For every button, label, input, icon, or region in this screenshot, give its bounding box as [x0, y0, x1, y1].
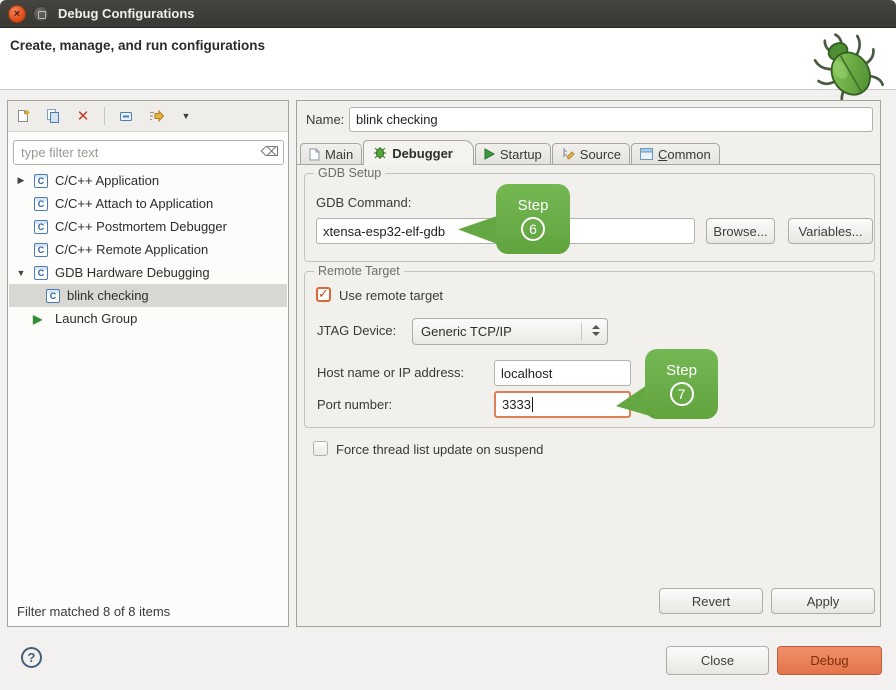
- variables-button[interactable]: Variables...: [788, 218, 873, 244]
- tab-main[interactable]: Main: [300, 143, 362, 164]
- c-config-icon: C: [34, 197, 48, 211]
- expand-arrow-icon[interactable]: ▶: [16, 175, 26, 186]
- tree-item-label: Launch Group: [55, 311, 137, 326]
- tree-item-label: C/C++ Attach to Application: [55, 196, 213, 211]
- tab-label: Source: [580, 147, 621, 162]
- name-input[interactable]: [349, 107, 873, 132]
- tab-label: Startup: [500, 147, 542, 162]
- debugger-tab-icon: [373, 146, 387, 160]
- window-close-icon[interactable]: ×: [8, 5, 26, 23]
- collapse-all-icon[interactable]: [117, 107, 135, 125]
- apply-button[interactable]: Apply: [771, 588, 875, 614]
- tab-source[interactable]: Source: [552, 143, 630, 164]
- c-config-icon: C: [34, 266, 48, 280]
- dialog-header-title: Create, manage, and run configurations: [10, 38, 265, 53]
- new-configuration-icon[interactable]: [14, 107, 32, 125]
- launch-group-icon: ▶: [33, 312, 42, 326]
- tree-item-blink-checking[interactable]: C blink checking: [9, 284, 287, 307]
- port-label: Port number:: [317, 397, 392, 412]
- force-thread-label: Force thread list update on suspend: [336, 442, 543, 457]
- debug-bug-icon: [810, 29, 888, 107]
- tree-item-launch-group[interactable]: ▶ Launch Group: [9, 307, 287, 330]
- common-tab-icon: [640, 148, 653, 160]
- filter-input[interactable]: [13, 140, 284, 165]
- dialog-header: Create, manage, and run configurations: [0, 28, 896, 90]
- window-restore-icon[interactable]: [33, 6, 49, 22]
- step6-number: 6: [521, 217, 545, 241]
- tab-debugger[interactable]: Debugger: [363, 140, 474, 165]
- gdb-setup-legend: GDB Setup: [314, 166, 385, 180]
- text-caret: [532, 397, 533, 412]
- main-tab-icon: [309, 148, 320, 161]
- tab-label: Common: [658, 147, 711, 162]
- tree-item-label: C/C++ Postmortem Debugger: [55, 219, 227, 234]
- c-config-icon: C: [34, 174, 48, 188]
- step6-callout: Step 6: [496, 184, 570, 254]
- step7-number: 7: [670, 382, 694, 406]
- filter-configurations-icon[interactable]: [147, 107, 165, 125]
- tab-startup[interactable]: Startup: [475, 143, 551, 164]
- filter-status-text: Filter matched 8 of 8 items: [17, 604, 170, 619]
- configuration-tabs: Main Debugger Startup Source Common: [300, 140, 721, 165]
- step7-callout: Step 7: [645, 349, 718, 419]
- port-value: 3333: [502, 397, 531, 412]
- collapse-arrow-icon[interactable]: ▼: [16, 268, 26, 278]
- debug-button[interactable]: Debug: [777, 646, 882, 675]
- tab-label: Debugger: [392, 146, 453, 161]
- tree-item-label: GDB Hardware Debugging: [55, 265, 210, 280]
- port-input[interactable]: 3333: [494, 391, 631, 418]
- tree-item-cpp-application[interactable]: ▶ C C/C++ Application: [9, 169, 287, 192]
- jtag-device-label: JTAG Device:: [317, 323, 396, 338]
- step6-label: Step: [518, 197, 549, 214]
- debug-configurations-dialog: × Debug Configurations Create, manage, a…: [0, 0, 896, 690]
- use-remote-target-checkbox[interactable]: [316, 287, 331, 302]
- startup-tab-icon: [484, 148, 495, 160]
- clear-filter-icon[interactable]: ⌫: [261, 144, 279, 160]
- revert-button[interactable]: Revert: [659, 588, 763, 614]
- tree-item-cpp-attach[interactable]: C C/C++ Attach to Application: [9, 192, 287, 215]
- tree-item-gdb-hardware[interactable]: ▼ C GDB Hardware Debugging: [9, 261, 287, 284]
- remote-target-legend: Remote Target: [314, 264, 404, 278]
- tab-label: Main: [325, 147, 353, 162]
- tree-item-label: C/C++ Application: [55, 173, 159, 188]
- configurations-toolbar: ✕ ▼: [8, 101, 288, 132]
- browse-button[interactable]: Browse...: [706, 218, 775, 244]
- delete-configuration-icon[interactable]: ✕: [74, 107, 92, 125]
- force-thread-checkbox[interactable]: [313, 441, 328, 456]
- combo-spinner-icon[interactable]: [592, 325, 600, 336]
- tree-item-cpp-postmortem[interactable]: C C/C++ Postmortem Debugger: [9, 215, 287, 238]
- c-config-icon: C: [34, 243, 48, 257]
- name-label: Name:: [306, 112, 344, 127]
- help-icon[interactable]: ?: [21, 647, 42, 668]
- c-config-icon: C: [46, 289, 60, 303]
- source-tab-icon: [561, 147, 575, 161]
- configuration-detail-panel: Name: Main Debugger Startup Source C: [296, 100, 881, 627]
- tab-common[interactable]: Common: [631, 143, 720, 164]
- use-remote-target-label: Use remote target: [339, 288, 443, 303]
- c-config-icon: C: [34, 220, 48, 234]
- jtag-device-select[interactable]: Generic TCP/IP: [412, 318, 608, 345]
- host-label: Host name or IP address:: [317, 365, 464, 380]
- host-input[interactable]: [494, 360, 631, 386]
- filter-field-wrap: ⌫: [13, 140, 284, 165]
- window-title: Debug Configurations: [58, 0, 195, 28]
- title-bar[interactable]: × Debug Configurations: [0, 0, 896, 28]
- gdb-command-label: GDB Command:: [316, 195, 411, 210]
- combo-separator: [581, 323, 582, 340]
- configurations-panel: ✕ ▼ ⌫ ▶ C C/C++ Application C C/C++ Atta…: [7, 100, 289, 627]
- close-button[interactable]: Close: [666, 646, 769, 675]
- toolbar-menu-chevron-icon[interactable]: ▼: [177, 107, 195, 125]
- jtag-device-value: Generic TCP/IP: [421, 324, 512, 339]
- toolbar-separator: [104, 107, 105, 125]
- tree-item-label: C/C++ Remote Application: [55, 242, 208, 257]
- tree-item-label: blink checking: [67, 288, 149, 303]
- duplicate-configuration-icon[interactable]: [44, 107, 62, 125]
- step7-label: Step: [666, 362, 697, 379]
- tree-item-cpp-remote[interactable]: C C/C++ Remote Application: [9, 238, 287, 261]
